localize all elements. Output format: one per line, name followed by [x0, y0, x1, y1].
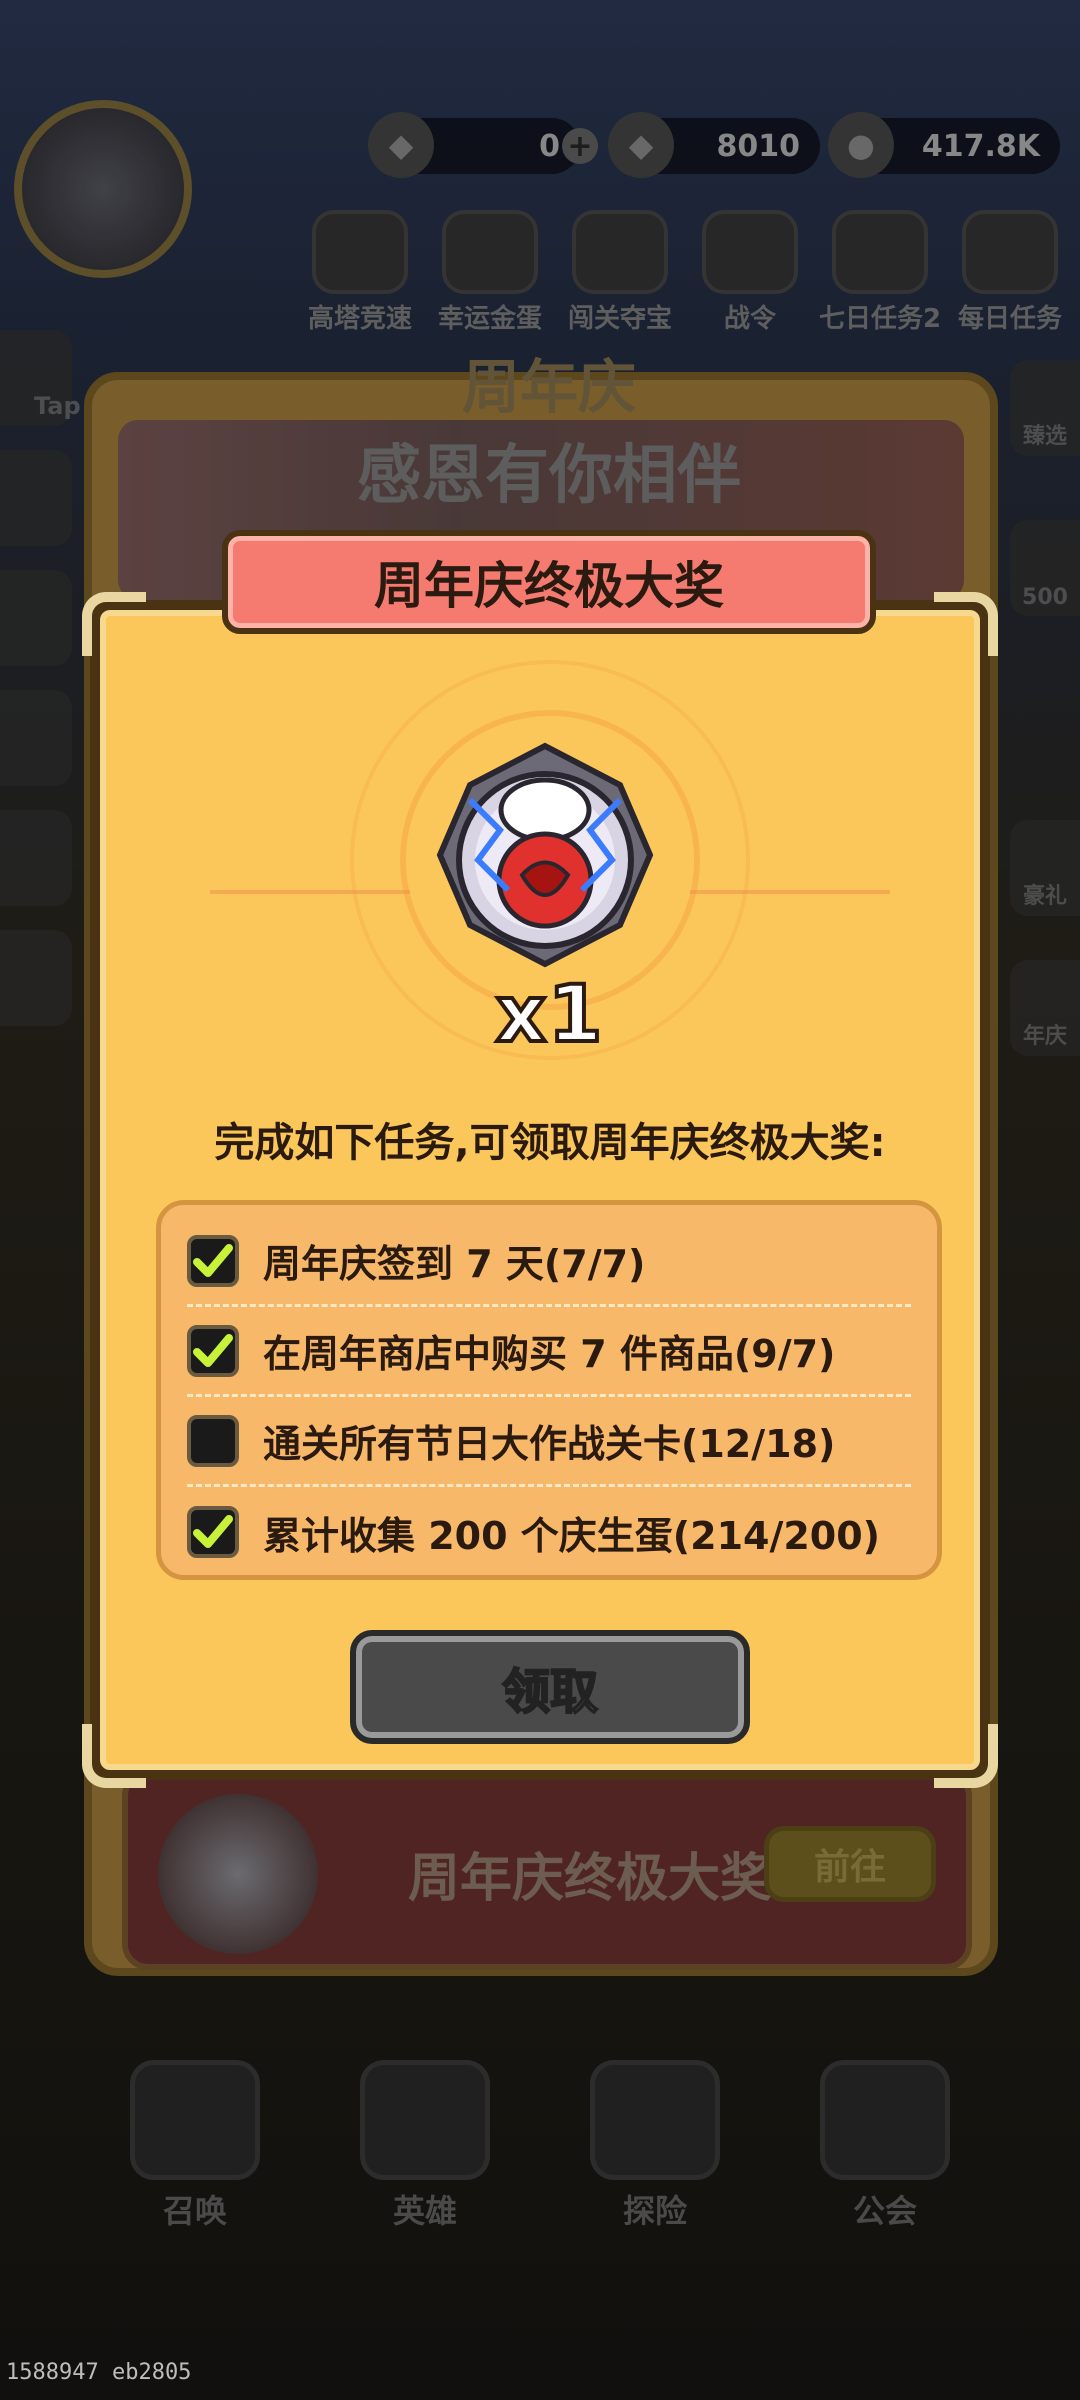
check-icon	[193, 1515, 233, 1548]
task-row: 通关所有节日大作战关卡(12/18)	[187, 1397, 911, 1487]
task-text: 在周年商店中购买 7 件商品(9/7)	[263, 1332, 836, 1376]
watermark: 1588947 eb2805	[6, 2360, 192, 2385]
modal-title: 周年庆终极大奖	[374, 557, 724, 615]
check-icon	[193, 1333, 233, 1367]
task-text: 周年庆签到 7 天(7/7)	[263, 1242, 646, 1286]
task-row: 周年庆签到 7 天(7/7)	[187, 1217, 911, 1307]
task-checkbox-checked	[187, 1234, 239, 1287]
task-checkbox-checked	[187, 1506, 239, 1558]
task-list: 周年庆签到 7 天(7/7) 在周年商店中购买 7 件商品(9/7) 通关所有节…	[156, 1200, 942, 1580]
check-icon	[193, 1243, 233, 1277]
modal-title-bar: 周年庆终极大奖	[222, 530, 876, 634]
frame-corner	[82, 592, 146, 656]
task-row: 在周年商店中购买 7 件商品(9/7)	[187, 1307, 911, 1397]
reward-quantity: x1	[494, 968, 605, 1062]
frame-corner	[934, 1724, 998, 1788]
task-checkbox-unchecked	[187, 1414, 239, 1467]
task-row: 累计收集 200 个庆生蛋(214/200)	[187, 1487, 911, 1577]
task-description: 完成如下任务,可领取周年庆终极大奖:	[214, 1120, 886, 1166]
claim-button[interactable]: 领取	[350, 1630, 750, 1744]
claim-label: 领取	[501, 1663, 599, 1721]
frame-corner	[82, 1724, 146, 1788]
task-text: 累计收集 200 个庆生蛋(214/200)	[263, 1513, 881, 1558]
medal-icon	[436, 742, 654, 968]
frame-corner	[934, 592, 998, 656]
task-text: 通关所有节日大作战关卡(12/18)	[263, 1422, 836, 1466]
ultimate-prize-modal: 周年庆终极大奖 x1 完成如下任务,可领取周年庆终极大奖: 周年庆签到 7 天(…	[82, 530, 998, 1788]
task-checkbox-checked	[187, 1324, 239, 1377]
